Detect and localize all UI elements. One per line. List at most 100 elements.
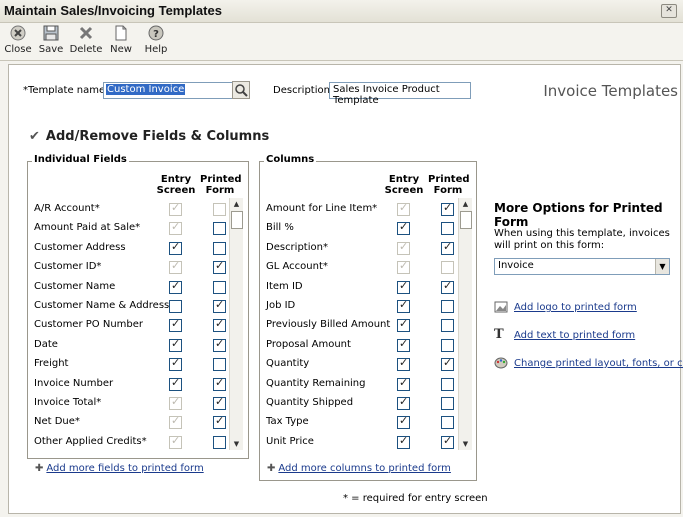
checkmark-icon: ✓ xyxy=(399,259,409,273)
entry-screen-checkbox[interactable]: ✓ xyxy=(397,299,410,313)
printed-form-checkbox[interactable] xyxy=(441,300,454,313)
individual-fields-scrollbar[interactable]: ▲ ▼ xyxy=(229,198,243,450)
printed-form-checkbox[interactable] xyxy=(441,377,454,391)
entry-screen-checkbox[interactable] xyxy=(169,300,182,313)
field-name: Previously Billed Amount xyxy=(266,319,391,331)
printed-form-checkbox[interactable]: ✓ xyxy=(441,279,454,294)
add-text-link[interactable]: T Add text to printed form xyxy=(494,327,635,342)
entry-screen-checkbox[interactable]: ✓ xyxy=(169,317,182,333)
printed-form-checkbox[interactable]: ✓ xyxy=(441,240,454,255)
entry-screen-checkbox[interactable]: ✓ xyxy=(397,376,410,391)
printed-form-checkbox[interactable] xyxy=(441,338,454,352)
entry-screen-checkbox: ✓ xyxy=(397,239,410,255)
add-more-columns-link[interactable]: ✚ Add more columns to printed form xyxy=(267,463,451,474)
more-options-title: More Options for Printed Form xyxy=(494,201,663,229)
printed-form-checkbox[interactable]: ✓ xyxy=(441,357,454,372)
entry-screen-checkbox[interactable]: ✓ xyxy=(397,396,410,410)
help-icon: ? xyxy=(148,25,164,41)
text-icon: T xyxy=(494,327,504,342)
scroll-down-icon[interactable]: ▼ xyxy=(459,438,472,450)
window-close-icon[interactable]: ✕ xyxy=(661,4,677,18)
close-button[interactable]: Close xyxy=(0,24,36,55)
add-more-fields-link[interactable]: ✚ Add more fields to printed form xyxy=(35,463,204,474)
field-name: Customer ID* xyxy=(34,261,102,273)
field-name: Job ID xyxy=(266,300,296,311)
checkmark-icon: ✓ xyxy=(171,201,181,214)
field-name: Description* xyxy=(266,241,328,253)
delete-icon xyxy=(79,26,93,40)
printed-form-checkbox[interactable]: ✓ xyxy=(213,318,226,333)
chevron-down-icon[interactable]: ▼ xyxy=(655,259,669,274)
entry-screen-checkbox[interactable]: ✓ xyxy=(169,357,182,372)
printed-form-checkbox[interactable] xyxy=(441,222,454,236)
printed-form-checkbox[interactable]: ✓ xyxy=(213,260,226,275)
printed-form-checkbox[interactable]: ✓ xyxy=(213,414,226,430)
entry-screen-checkbox[interactable]: ✓ xyxy=(169,337,182,352)
list-item: Net Due* ✓ ✓ xyxy=(28,413,248,432)
entry-screen-checkbox: ✓ xyxy=(169,201,182,216)
add-logo-link[interactable]: Add logo to printed form xyxy=(494,301,637,313)
printed-form-checkbox[interactable] xyxy=(213,358,226,372)
checkmark-icon: ✓ xyxy=(215,414,225,428)
checkmark-icon: ✓ xyxy=(399,239,409,253)
entry-screen-checkbox: ✓ xyxy=(169,395,182,410)
entry-screen-checkbox[interactable]: ✓ xyxy=(397,318,410,333)
checkmark-icon: ✓ xyxy=(399,336,409,350)
window-title: Maintain Sales/Invoicing Templates xyxy=(4,3,222,18)
checkmark-icon: ✓ xyxy=(443,433,453,447)
entry-screen-checkbox[interactable]: ✓ xyxy=(397,279,410,294)
printed-form-checkbox[interactable]: ✓ xyxy=(441,202,454,216)
printed-form-checkbox[interactable] xyxy=(213,241,226,255)
printed-form-checkbox[interactable] xyxy=(441,319,454,333)
printed-form-checkbox[interactable]: ✓ xyxy=(213,299,226,313)
checkmark-icon: ✓ xyxy=(171,414,181,428)
template-name-input[interactable]: Custom Invoice xyxy=(103,82,233,99)
list-item: Freight ✓ xyxy=(28,355,248,374)
entry-screen-checkbox[interactable]: ✓ xyxy=(169,278,182,294)
field-name: Proposal Amount xyxy=(266,338,351,350)
printed-form-checkbox[interactable]: ✓ xyxy=(213,396,226,410)
printed-form-checkbox[interactable] xyxy=(441,416,454,430)
save-button[interactable]: Save xyxy=(33,24,69,55)
printed-form-checkbox[interactable] xyxy=(213,435,226,449)
checkmark-icon: ✓ xyxy=(171,278,181,292)
field-name: GL Account* xyxy=(266,261,328,273)
entry-screen-checkbox[interactable]: ✓ xyxy=(169,240,182,255)
field-name: Amount Paid at Sale* xyxy=(34,222,141,234)
entry-screen-checkbox[interactable]: ✓ xyxy=(397,415,410,430)
checkmark-icon: ✓ xyxy=(171,395,181,408)
printed-form-checkbox[interactable] xyxy=(441,397,454,410)
scroll-up-icon[interactable]: ▲ xyxy=(230,198,243,210)
list-item: Date ✓ ✓ xyxy=(28,336,248,355)
save-icon xyxy=(43,25,59,41)
entry-screen-checkbox[interactable]: ✓ xyxy=(397,336,410,352)
list-item: Proposal Amount ✓ xyxy=(260,336,476,355)
printed-form-checkbox[interactable]: ✓ xyxy=(213,337,226,352)
template-lookup-button[interactable] xyxy=(232,81,250,99)
printed-form-checkbox[interactable]: ✓ xyxy=(441,433,454,449)
help-button[interactable]: ? Help xyxy=(138,24,174,55)
field-name: Freight xyxy=(34,358,69,370)
entry-screen-checkbox[interactable]: ✓ xyxy=(397,221,410,236)
scroll-down-icon[interactable]: ▼ xyxy=(230,438,243,450)
columns-scrollbar[interactable]: ▲ ▼ xyxy=(458,198,472,450)
printed-form-checkbox[interactable] xyxy=(213,222,226,236)
scroll-thumb[interactable] xyxy=(231,211,243,229)
printed-form-checkbox[interactable]: ✓ xyxy=(213,376,226,391)
checkmark-icon: ✓ xyxy=(399,201,409,214)
new-button[interactable]: New xyxy=(103,24,139,55)
printed-form-select[interactable]: Invoice ▼ xyxy=(494,258,670,275)
field-name: Quantity Remaining xyxy=(266,377,366,389)
delete-button[interactable]: Delete xyxy=(68,24,104,55)
entry-screen-checkbox[interactable]: ✓ xyxy=(397,434,410,449)
entry-screen-checkbox[interactable]: ✓ xyxy=(397,357,410,372)
printed-form-checkbox[interactable] xyxy=(213,280,226,294)
scroll-up-icon[interactable]: ▲ xyxy=(459,198,472,210)
scroll-thumb[interactable] xyxy=(460,211,472,229)
entry-screen-checkbox[interactable]: ✓ xyxy=(169,376,182,391)
change-layout-link[interactable]: Change printed layout, fonts, or color xyxy=(494,357,683,369)
field-name: Tax Type xyxy=(266,416,309,428)
checkmark-icon: ✓ xyxy=(171,317,181,331)
description-input[interactable]: Sales Invoice Product Template xyxy=(329,82,471,106)
list-item: Customer Name & Address ✓ xyxy=(28,297,248,316)
